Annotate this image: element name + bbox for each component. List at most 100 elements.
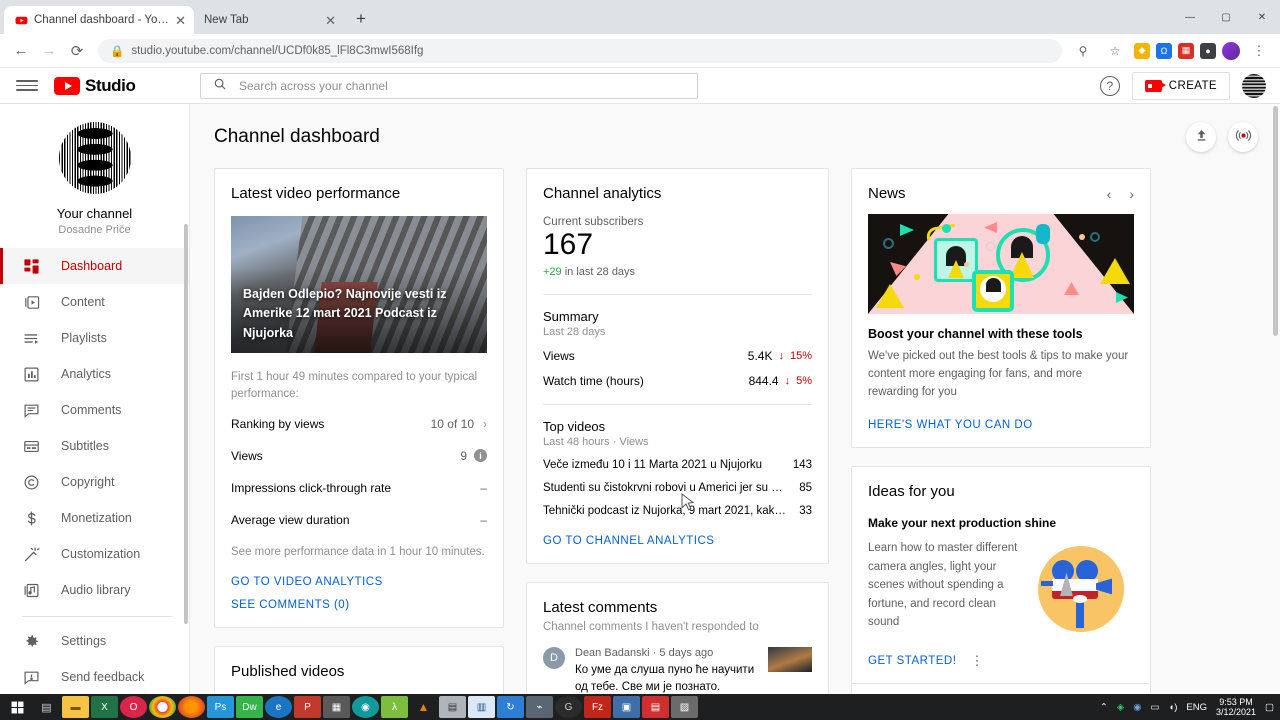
new-tab-button[interactable]: + — [348, 6, 374, 32]
address-bar[interactable]: 🔒 studio.youtube.com/channel/UCDf0k85_lF… — [98, 38, 1062, 63]
dropbox-icon[interactable]: ◈ — [1117, 702, 1124, 713]
more-options-icon[interactable]: ⋮ — [970, 654, 983, 667]
chevron-left-icon[interactable]: ‹ — [1107, 186, 1112, 202]
display-icon[interactable]: ▭ — [1150, 702, 1159, 713]
vlc-icon[interactable]: ▲ — [410, 696, 437, 718]
notification-icon[interactable]: ▢ — [1265, 702, 1274, 713]
scanner-icon[interactable]: ▤ — [439, 696, 466, 718]
grey-app-icon[interactable]: ▦ — [323, 696, 350, 718]
sidebar-divider — [22, 616, 173, 617]
tab-title: Channel dashboard - YouTube S — [34, 14, 169, 26]
idea-body: Learn how to master different camera ang… — [868, 542, 1018, 628]
sidebar-item-content[interactable]: Content — [0, 284, 189, 320]
dreamweaver-icon[interactable]: Dw — [236, 696, 263, 718]
news-link[interactable]: HERE'S WHAT YOU CAN DO — [868, 419, 1134, 431]
table-row[interactable]: Tehnički podcast iz Nujorka, 9 mart 2021… — [543, 505, 812, 517]
sidebar-item-subtitles[interactable]: Subtitles — [0, 428, 189, 464]
window-controls: — ▢ ✕ — [1172, 0, 1280, 34]
usb-icon[interactable]: ⌁ — [526, 696, 553, 718]
see-comments-link[interactable]: SEE COMMENTS (0) — [231, 599, 487, 611]
metric-label: Views — [231, 448, 263, 463]
browser-tab-newtab[interactable]: New Tab ✕ — [194, 6, 344, 34]
sidebar-channel-block[interactable]: Your channel Dosadne Priče — [0, 122, 189, 248]
metric-row[interactable]: Ranking by views 10 of 10 › — [231, 412, 487, 436]
get-started-link[interactable]: GET STARTED! — [868, 655, 956, 667]
close-icon[interactable]: ✕ — [175, 14, 186, 27]
ext-dark-icon[interactable]: ● — [1200, 42, 1216, 59]
windows-start-icon[interactable] — [4, 696, 31, 718]
puzzle-icon[interactable]: ◆ — [1134, 42, 1150, 59]
volume-icon[interactable]: ◖) — [1168, 702, 1177, 713]
filezilla-icon[interactable]: Fz — [584, 696, 611, 718]
chrome-icon[interactable] — [149, 696, 176, 718]
app-blue-icon[interactable]: ▣ — [613, 696, 640, 718]
table-row[interactable]: Veče između 10 i 11 Marta 2021 u Njujork… — [543, 459, 812, 471]
torrent-icon[interactable]: λ — [381, 696, 408, 718]
firefox-icon[interactable] — [178, 696, 205, 718]
news-illustration[interactable] — [868, 214, 1134, 314]
sidebar-item-audio-library[interactable]: Audio library — [0, 572, 189, 608]
go-to-video-analytics-link[interactable]: GO TO VIDEO ANALYTICS — [231, 576, 487, 588]
info-icon[interactable]: i — [474, 449, 487, 462]
table-row[interactable]: Studenti su čistokrvni robovi u Americi … — [543, 482, 812, 494]
close-window-button[interactable]: ✕ — [1244, 12, 1280, 23]
shield-icon[interactable]: ◉ — [1133, 702, 1141, 713]
photoshop-icon[interactable]: Ps — [207, 696, 234, 718]
search-input[interactable]: Search across your channel — [200, 72, 698, 99]
sidebar-item-customization[interactable]: Customization — [0, 536, 189, 572]
arrow-left-icon[interactable]: ← — [8, 38, 34, 64]
taskview-icon[interactable]: ▤ — [33, 696, 60, 718]
video-thumbnail[interactable]: Bajden Odlepio? Najnovije vesti iz Ameri… — [231, 216, 487, 353]
create-button[interactable]: CREATE — [1131, 71, 1230, 100]
maximize-button[interactable]: ▢ — [1208, 12, 1244, 23]
file-explorer-icon[interactable]: ▬ — [62, 696, 89, 718]
hamburger-icon[interactable] — [16, 80, 38, 91]
sidebar-item-send-feedback[interactable]: Send feedback — [0, 659, 189, 695]
youtube-icon — [14, 13, 28, 27]
sidebar-item-monetization[interactable]: Monetization — [0, 500, 189, 536]
teal-app-icon[interactable]: ◉ — [352, 696, 379, 718]
minimize-button[interactable]: — — [1172, 12, 1208, 23]
sidebar-item-dashboard[interactable]: Dashboard — [0, 248, 189, 284]
help-icon[interactable]: ? — [1099, 75, 1120, 96]
main-scrollbar[interactable] — [1273, 106, 1278, 336]
star-icon[interactable]: ☆ — [1102, 38, 1128, 64]
excel-icon[interactable]: X — [91, 696, 118, 718]
chevron-right-icon[interactable]: › — [1129, 186, 1134, 202]
video-thumbnail — [768, 646, 812, 672]
sidebar-item-playlists[interactable]: Playlists — [0, 320, 189, 356]
sidebar-item-analytics[interactable]: Analytics — [0, 356, 189, 392]
sidebar-item-comments[interactable]: Comments — [0, 392, 189, 428]
sync-icon[interactable]: ↻ — [497, 696, 524, 718]
app-red-icon[interactable]: ▤ — [642, 696, 669, 718]
chrome-profile-avatar[interactable] — [1222, 41, 1240, 60]
sidebar-item-settings[interactable]: Settings — [0, 623, 189, 659]
up-arrow-icon[interactable]: ⌃ — [1100, 702, 1108, 713]
opera-icon[interactable]: O — [120, 696, 147, 718]
sidebar-scrollbar[interactable] — [184, 224, 188, 624]
clock[interactable]: 9:53 PM 3/12/2021 — [1216, 697, 1256, 718]
opera-gx-icon[interactable]: G — [555, 696, 582, 718]
stats-icon[interactable]: ▥ — [468, 696, 495, 718]
comment-meta: Dean Badanski · 5 days ago — [575, 647, 758, 659]
go-live-button[interactable] — [1228, 122, 1258, 152]
language-indicator[interactable]: ENG — [1186, 702, 1207, 713]
browser-tab-active[interactable]: Channel dashboard - YouTube S ✕ — [4, 6, 194, 34]
ext-red-icon[interactable]: ▦ — [1178, 42, 1194, 59]
app-grey-icon[interactable]: ▨ — [671, 696, 698, 718]
chevron-right-icon[interactable]: › — [483, 417, 487, 431]
kebab-menu-icon[interactable]: ⋮ — [1246, 38, 1272, 64]
avatar[interactable] — [1242, 73, 1266, 98]
reload-icon[interactable]: ⟳ — [64, 38, 90, 64]
ext-blue-icon[interactable]: Ω — [1156, 42, 1172, 59]
edge-icon[interactable]: e — [265, 696, 292, 718]
close-icon[interactable]: ✕ — [325, 14, 336, 27]
powerpoint-icon[interactable]: P — [294, 696, 321, 718]
arrow-right-icon[interactable]: → — [36, 38, 62, 64]
upload-button[interactable] — [1186, 122, 1216, 152]
studio-logo[interactable]: Studio — [54, 76, 136, 96]
go-to-channel-analytics-link[interactable]: GO TO CHANNEL ANALYTICS — [543, 535, 812, 547]
sidebar-item-copyright[interactable]: Copyright — [0, 464, 189, 500]
zoom-icon[interactable]: ⚲ — [1070, 38, 1096, 64]
card-title: Ideas for you — [868, 483, 955, 501]
